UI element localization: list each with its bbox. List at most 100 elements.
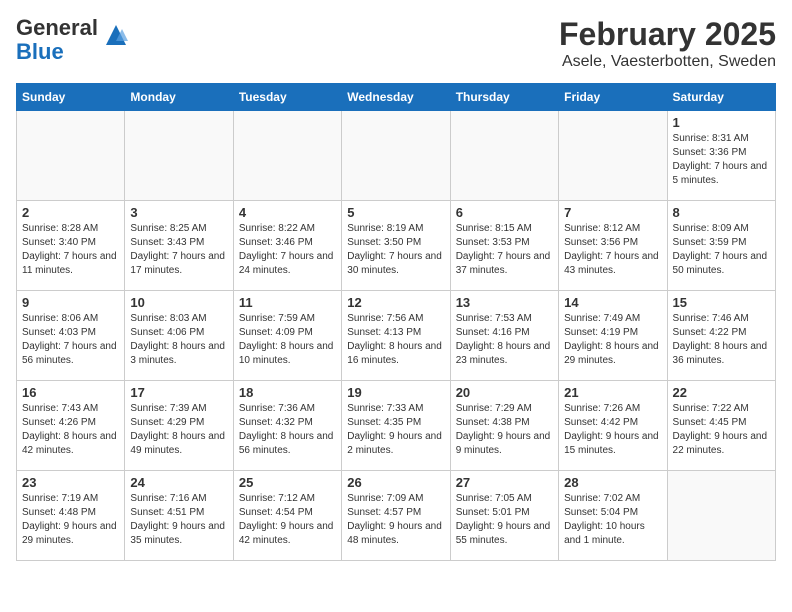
weekday-header: Friday	[559, 84, 667, 111]
calendar-cell: 24 Sunrise: 7:16 AM Sunset: 4:51 PM Dayli…	[125, 471, 233, 561]
day-info: Sunrise: 7:22 AM Sunset: 4:45 PM Dayligh…	[673, 402, 770, 458]
day-number: 23	[22, 475, 119, 490]
day-number: 11	[239, 295, 336, 310]
day-number: 20	[456, 385, 553, 400]
logo: General Blue	[16, 16, 130, 64]
calendar-cell: 4Sunrise: 8:22 AM Sunset: 3:46 PM Daylig…	[233, 201, 341, 291]
day-number: 12	[347, 295, 444, 310]
calendar-cell	[667, 471, 775, 561]
logo-general: General	[16, 15, 98, 40]
calendar-cell	[450, 111, 558, 201]
calendar-cell: 12 Sunrise: 7:56 AM Sunset: 4:13 PM Dayli…	[342, 291, 450, 381]
calendar-cell: 11 Sunrise: 7:59 AM Sunset: 4:09 PM Dayli…	[233, 291, 341, 381]
calendar-cell: 18Sunrise: 7:36 AM Sunset: 4:32 PM Dayli…	[233, 381, 341, 471]
calendar-cell: 10 Sunrise: 8:03 AM Sunset: 4:06 PM Dayli…	[125, 291, 233, 381]
weekday-header: Saturday	[667, 84, 775, 111]
day-number: 8	[673, 205, 770, 220]
calendar-cell: 8 Sunrise: 8:09 AM Sunset: 3:59 PM Daylig…	[667, 201, 775, 291]
day-info: Sunrise: 7:43 AM Sunset: 4:26 PM Dayligh…	[22, 402, 119, 458]
calendar-cell: 3 Sunrise: 8:25 AM Sunset: 3:43 PM Daylig…	[125, 201, 233, 291]
logo-icon	[102, 21, 130, 49]
day-number: 2	[22, 205, 119, 220]
day-info: Sunrise: 7:12 AM Sunset: 4:54 PM Dayligh…	[239, 492, 336, 548]
day-info: Sunrise: 8:28 AM Sunset: 3:40 PM Dayligh…	[22, 222, 119, 278]
month-title: February 2025	[559, 16, 776, 53]
logo-blue: Blue	[16, 39, 64, 64]
calendar-cell: 22 Sunrise: 7:22 AM Sunset: 4:45 PM Dayli…	[667, 381, 775, 471]
day-number: 14	[564, 295, 661, 310]
calendar-cell	[17, 111, 125, 201]
day-info: Sunrise: 7:29 AM Sunset: 4:38 PM Dayligh…	[456, 402, 553, 458]
location-title: Asele, Vaesterbotten, Sweden	[559, 53, 776, 71]
day-info: Sunrise: 7:26 AM Sunset: 4:42 PM Dayligh…	[564, 402, 661, 458]
day-number: 4	[239, 205, 336, 220]
day-number: 19	[347, 385, 444, 400]
calendar-cell: 27 Sunrise: 7:05 AM Sunset: 5:01 PM Dayli…	[450, 471, 558, 561]
day-info: Sunrise: 8:15 AM Sunset: 3:53 PM Dayligh…	[456, 222, 553, 278]
calendar-cell: 23 Sunrise: 7:19 AM Sunset: 4:48 PM Dayli…	[17, 471, 125, 561]
day-number: 25	[239, 475, 336, 490]
day-info: Sunrise: 8:09 AM Sunset: 3:59 PM Dayligh…	[673, 222, 770, 278]
calendar-cell: 19 Sunrise: 7:33 AM Sunset: 4:35 PM Dayli…	[342, 381, 450, 471]
calendar-cell: 25 Sunrise: 7:12 AM Sunset: 4:54 PM Dayli…	[233, 471, 341, 561]
day-info: Sunrise: 7:19 AM Sunset: 4:48 PM Dayligh…	[22, 492, 119, 548]
calendar-cell: 5 Sunrise: 8:19 AM Sunset: 3:50 PM Daylig…	[342, 201, 450, 291]
day-info: Sunrise: 7:05 AM Sunset: 5:01 PM Dayligh…	[456, 492, 553, 548]
calendar-week-row: 16Sunrise: 7:43 AM Sunset: 4:26 PM Dayli…	[17, 381, 776, 471]
day-number: 27	[456, 475, 553, 490]
calendar-cell: 6Sunrise: 8:15 AM Sunset: 3:53 PM Daylig…	[450, 201, 558, 291]
day-number: 7	[564, 205, 661, 220]
day-number: 3	[130, 205, 227, 220]
day-number: 5	[347, 205, 444, 220]
calendar-cell: 2 Sunrise: 8:28 AM Sunset: 3:40 PM Daylig…	[17, 201, 125, 291]
day-info: Sunrise: 7:16 AM Sunset: 4:51 PM Dayligh…	[130, 492, 227, 548]
title-area: February 2025 Asele, Vaesterbotten, Swed…	[559, 16, 776, 71]
day-number: 10	[130, 295, 227, 310]
calendar-week-row: 1Sunrise: 8:31 AM Sunset: 3:36 PM Daylig…	[17, 111, 776, 201]
day-info: Sunrise: 8:25 AM Sunset: 3:43 PM Dayligh…	[130, 222, 227, 278]
day-number: 18	[239, 385, 336, 400]
calendar-cell	[125, 111, 233, 201]
day-info: Sunrise: 7:33 AM Sunset: 4:35 PM Dayligh…	[347, 402, 444, 458]
calendar-cell	[233, 111, 341, 201]
weekday-header: Monday	[125, 84, 233, 111]
day-info: Sunrise: 7:09 AM Sunset: 4:57 PM Dayligh…	[347, 492, 444, 548]
calendar-cell: 16Sunrise: 7:43 AM Sunset: 4:26 PM Dayli…	[17, 381, 125, 471]
day-info: Sunrise: 7:49 AM Sunset: 4:19 PM Dayligh…	[564, 312, 661, 368]
calendar-cell: 21 Sunrise: 7:26 AM Sunset: 4:42 PM Dayli…	[559, 381, 667, 471]
calendar-cell: 28Sunrise: 7:02 AM Sunset: 5:04 PM Dayli…	[559, 471, 667, 561]
calendar-cell: 1Sunrise: 8:31 AM Sunset: 3:36 PM Daylig…	[667, 111, 775, 201]
day-number: 21	[564, 385, 661, 400]
calendar-week-row: 23 Sunrise: 7:19 AM Sunset: 4:48 PM Dayli…	[17, 471, 776, 561]
weekday-header: Wednesday	[342, 84, 450, 111]
weekday-header: Sunday	[17, 84, 125, 111]
day-number: 24	[130, 475, 227, 490]
day-number: 9	[22, 295, 119, 310]
day-info: Sunrise: 8:12 AM Sunset: 3:56 PM Dayligh…	[564, 222, 661, 278]
day-number: 22	[673, 385, 770, 400]
calendar-cell: 13Sunrise: 7:53 AM Sunset: 4:16 PM Dayli…	[450, 291, 558, 381]
weekday-header: Tuesday	[233, 84, 341, 111]
header: General Blue February 2025 Asele, Vaeste…	[16, 16, 776, 71]
calendar-cell: 15 Sunrise: 7:46 AM Sunset: 4:22 PM Dayli…	[667, 291, 775, 381]
day-number: 1	[673, 115, 770, 130]
calendar-cell: 7 Sunrise: 8:12 AM Sunset: 3:56 PM Daylig…	[559, 201, 667, 291]
weekday-header: Thursday	[450, 84, 558, 111]
calendar-cell: 26Sunrise: 7:09 AM Sunset: 4:57 PM Dayli…	[342, 471, 450, 561]
calendar-cell: 9Sunrise: 8:06 AM Sunset: 4:03 PM Daylig…	[17, 291, 125, 381]
day-info: Sunrise: 7:56 AM Sunset: 4:13 PM Dayligh…	[347, 312, 444, 368]
day-info: Sunrise: 7:59 AM Sunset: 4:09 PM Dayligh…	[239, 312, 336, 368]
day-info: Sunrise: 7:39 AM Sunset: 4:29 PM Dayligh…	[130, 402, 227, 458]
calendar-cell: 17Sunrise: 7:39 AM Sunset: 4:29 PM Dayli…	[125, 381, 233, 471]
calendar: SundayMondayTuesdayWednesdayThursdayFrid…	[16, 83, 776, 561]
day-number: 15	[673, 295, 770, 310]
day-info: Sunrise: 7:02 AM Sunset: 5:04 PM Dayligh…	[564, 492, 661, 548]
calendar-cell	[342, 111, 450, 201]
weekday-header-row: SundayMondayTuesdayWednesdayThursdayFrid…	[17, 84, 776, 111]
day-info: Sunrise: 8:19 AM Sunset: 3:50 PM Dayligh…	[347, 222, 444, 278]
day-info: Sunrise: 7:53 AM Sunset: 4:16 PM Dayligh…	[456, 312, 553, 368]
day-info: Sunrise: 7:46 AM Sunset: 4:22 PM Dayligh…	[673, 312, 770, 368]
calendar-week-row: 9Sunrise: 8:06 AM Sunset: 4:03 PM Daylig…	[17, 291, 776, 381]
day-info: Sunrise: 8:03 AM Sunset: 4:06 PM Dayligh…	[130, 312, 227, 368]
calendar-cell: 20 Sunrise: 7:29 AM Sunset: 4:38 PM Dayli…	[450, 381, 558, 471]
